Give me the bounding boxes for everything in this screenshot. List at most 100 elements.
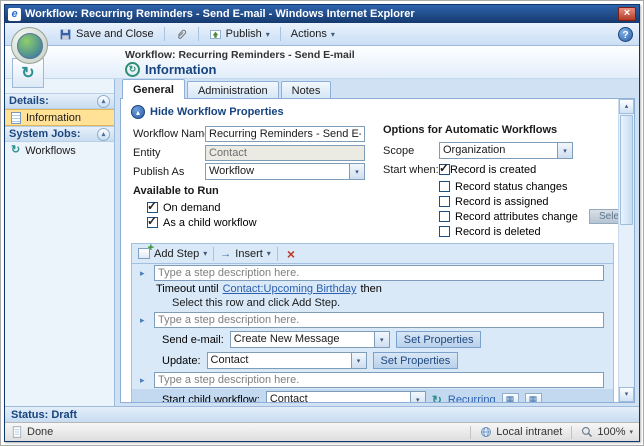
on-demand-checkbox[interactable] [147,202,158,213]
screenshot-frame: e Workflow: Recurring Reminders - Send E… [0,0,644,446]
attach-button[interactable] [169,25,194,44]
collapse-chevron-icon[interactable]: ▴ [97,128,110,141]
entity-label: Entity [133,147,205,159]
zoom-level[interactable]: 100% [597,426,625,438]
workflow-name-row: Workflow Name* [133,124,369,143]
toolbar-separator [164,27,165,41]
step-description-input[interactable] [154,372,604,388]
page-title: Information [145,62,217,77]
automatic-options-title: Options for Automatic Workflows [383,124,614,136]
add-step-button[interactable]: + Add Step ▾ [138,248,207,260]
step-selector-icon[interactable]: ▸ [140,315,150,326]
on-demand-row: On demand [133,200,369,215]
child-workflow-browse-button[interactable]: ▦ [525,393,542,403]
timeout-prefix: Timeout until [156,283,219,295]
toolbar-separator [280,27,281,41]
chevron-down-icon: ▾ [557,143,572,158]
information-icon: ↻ [125,62,140,77]
tab-general[interactable]: General [122,79,185,99]
publish-button[interactable]: Publish ▾ [203,25,276,44]
scrollbar-thumb[interactable] [620,115,633,225]
publish-as-select[interactable]: Workflow ▾ [205,163,365,180]
send-email-select[interactable]: Create New Message ▾ [230,331,390,348]
tab-notes[interactable]: Notes [281,81,332,99]
step-selector-icon[interactable]: ▸ [140,268,150,279]
scope-select[interactable]: Organization ▾ [439,142,573,159]
update-label: Update: [162,355,201,367]
record-is-assigned-checkbox[interactable] [439,196,450,207]
as-child-workflow-checkbox[interactable] [147,217,158,228]
record-status-changes-checkbox[interactable] [439,181,450,192]
start-when-label: Start when: [383,164,439,176]
update-select[interactable]: Contact ▾ [207,352,367,369]
record-is-created-label: Record is created [450,164,536,176]
vertical-scrollbar[interactable]: ▴ ▾ [618,99,634,402]
internet-explorer-icon: e [8,8,21,21]
zoom-magnifier-icon [581,426,593,438]
workflow-icon: ↻ [11,145,20,156]
record-attributes-change-checkbox[interactable] [439,211,450,222]
security-zone-label: Local intranet [496,426,562,438]
child-workflow-lookup-button[interactable]: ▦ [502,393,519,403]
chevron-down-icon[interactable]: ▾ [629,428,633,436]
actions-button[interactable]: Actions ▾ [285,25,341,43]
set-properties-button[interactable]: Set Properties [396,331,482,348]
step-editor: + Add Step ▾ → Insert ▾ [131,243,614,402]
details-section-title: Details: [9,95,49,107]
send-email-value: Create New Message [231,332,374,347]
record-attributes-change-row: Record attributes change Select [383,209,614,224]
insert-label: Insert [235,248,263,260]
chevron-down-icon: ▾ [331,30,335,39]
send-email-label: Send e-mail: [162,334,224,346]
timeout-hint: Select this row and click Add Step. [132,296,613,311]
child-workflow-entity-select[interactable]: Contact ▾ [266,391,426,402]
record-status-changes-row: Record status changes [383,179,614,194]
record-is-created-checkbox[interactable] [439,164,450,175]
scroll-down-arrow-icon[interactable]: ▾ [619,387,634,402]
properties-columns: Workflow Name* Entity Publish As [131,124,614,239]
status-bar-separator [470,426,471,439]
close-button[interactable]: × [618,7,636,21]
tab-administration[interactable]: Administration [187,81,279,99]
chevron-down-icon: ▾ [203,249,207,258]
as-child-workflow-label: As a child workflow [163,217,257,229]
sidebar-item-label: Information [26,112,81,124]
intranet-zone-icon [480,426,492,438]
update-value: Contact [208,353,351,368]
nav-section-details: Details: ▴ [5,93,114,109]
collapse-chevron-icon[interactable]: ▴ [97,95,110,108]
save-icon [59,28,72,41]
toolbar: Save and Close Publish ▾ Actions ▾ ? [5,23,639,46]
step-description-input[interactable] [154,265,604,281]
insert-icon: → [220,248,231,260]
timeout-condition-link[interactable]: Contact:Upcoming Birthday [223,283,357,295]
add-step-icon: + [138,248,150,259]
scroll-up-arrow-icon[interactable]: ▴ [619,99,634,114]
paperclip-icon [175,28,188,41]
publish-label: Publish [226,28,262,40]
workflow-properties-section-header[interactable]: ▴ Hide Workflow Properties [131,105,614,119]
sidebar-item-workflows[interactable]: ↻ Workflows [5,142,114,159]
window-body: Details: ▴ Information System Jobs: ▴ ↻ … [5,79,639,406]
step-description-row: ▸ [132,264,613,282]
properties-right-column: Options for Automatic Workflows Scope Or… [369,124,614,239]
sidebar-item-label: Workflows [25,145,76,157]
save-and-close-button[interactable]: Save and Close [53,25,160,44]
set-properties-button[interactable]: Set Properties [373,352,459,369]
browser-done-text: Done [27,426,53,438]
timeout-step-row: Timeout until Contact:Upcoming Birthday … [132,282,613,296]
child-workflow-link[interactable]: Recurring [448,394,496,403]
help-button[interactable]: ? [618,27,633,42]
browser-window: e Workflow: Recurring Reminders - Send E… [4,4,640,442]
step-description-input[interactable] [154,312,604,328]
step-selector-icon[interactable]: ▸ [140,375,150,386]
publish-as-row: Publish As Workflow ▾ [133,162,369,181]
record-is-deleted-checkbox[interactable] [439,226,450,237]
page-icon [11,426,23,438]
sidebar-item-information[interactable]: Information [5,109,114,126]
crm-logo-globe-icon [17,33,43,59]
insert-button[interactable]: → Insert ▾ [220,248,271,260]
on-demand-label: On demand [163,202,220,214]
workflow-name-input[interactable] [205,126,365,142]
delete-step-icon[interactable]: × [284,248,298,260]
